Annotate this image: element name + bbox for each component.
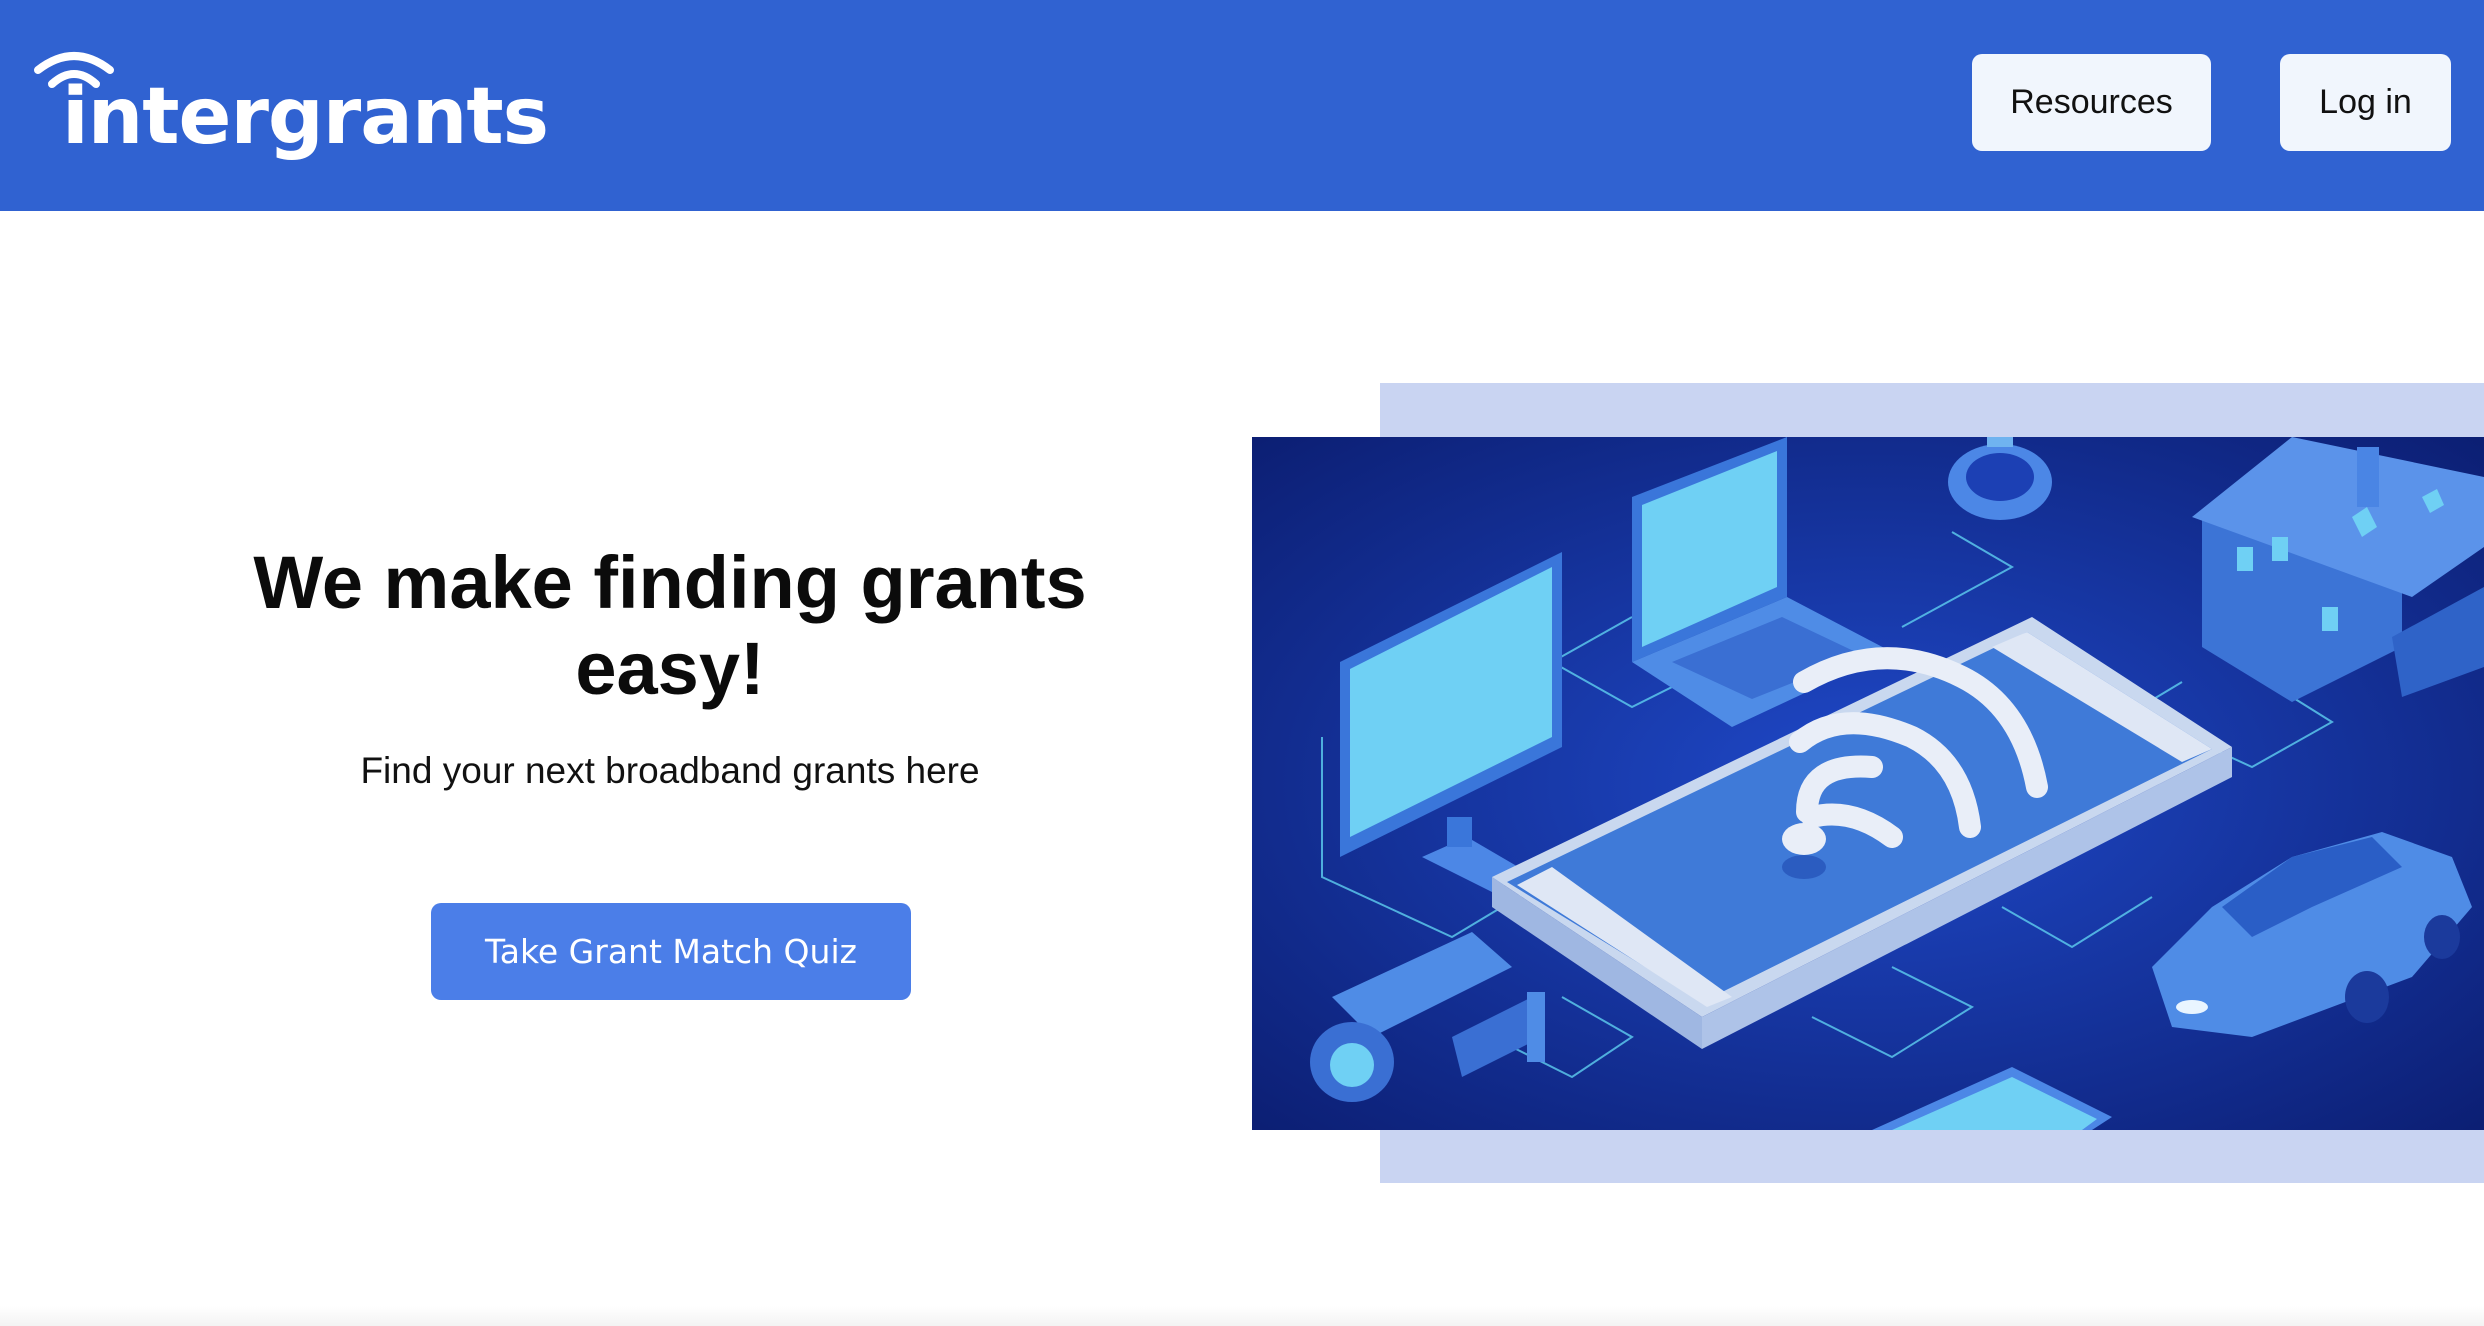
hero-title: We make finding grants easy!	[253, 541, 1087, 710]
resources-button[interactable]: Resources	[1972, 54, 2211, 151]
hero-subtitle: Find your next broadband grants here	[360, 750, 980, 791]
brand-name: intergrants	[62, 72, 549, 162]
brand-logo[interactable]: intergrants	[32, 48, 549, 168]
illustration-svg	[1252, 437, 2484, 1130]
login-button[interactable]: Log in	[2280, 54, 2451, 151]
page-fold-shadow	[0, 1306, 2484, 1326]
connected-devices-illustration	[1252, 437, 2484, 1130]
take-quiz-button[interactable]: Take Grant Match Quiz	[431, 903, 911, 1000]
top-navigation-bar: intergrants Resources Log in	[0, 0, 2484, 211]
